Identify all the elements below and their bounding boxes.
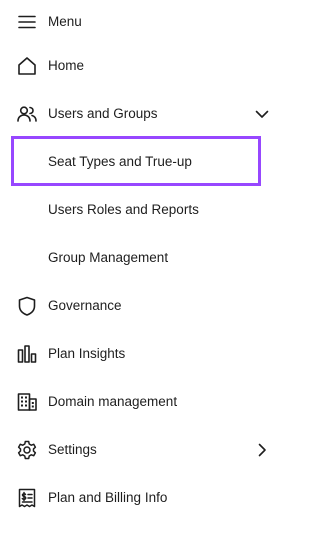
shield-icon [16,295,38,317]
sidebar-item-label: Settings [48,442,97,457]
sidebar-item-domain-management[interactable]: Domain management [0,386,288,418]
hamburger-icon [16,11,38,33]
sidebar-item-label: Group Management [48,250,169,265]
sidebar-item-label: Seat Types and True-up [48,154,192,169]
sidebar-item-label: Plan Insights [48,346,126,361]
chevron-down-icon[interactable] [254,106,270,122]
sidebar-item-label: Domain management [48,394,178,409]
sidebar-item-plan-billing[interactable]: Plan and Billing Info [0,482,288,514]
menu-toggle[interactable]: Menu [0,6,288,38]
sidebar-item-label: Plan and Billing Info [48,490,168,505]
sidebar-item-label: Governance [48,298,122,313]
sidebar-item-label: Users and Groups [48,106,158,121]
building-icon [16,391,38,413]
users-icon [16,103,38,125]
sidebar-item-group-management[interactable]: Group Management [0,242,288,274]
chevron-right-icon[interactable] [254,442,270,458]
sidebar-item-label: Home [48,58,85,73]
sidebar-item-plan-insights[interactable]: Plan Insights [0,338,288,370]
sidebar-item-home[interactable]: Home [0,50,288,82]
sidebar-item-label: Users Roles and Reports [48,202,199,217]
receipt-icon [16,487,38,509]
sidebar-item-users-and-groups[interactable]: Users and Groups [0,98,288,130]
sidebar-nav: Menu Home Users and Groups Seat Types an… [0,0,288,545]
bar-chart-icon [16,343,38,365]
sidebar-item-seat-types[interactable]: Seat Types and True-up [0,146,288,178]
sidebar-item-user-roles-reports[interactable]: Users Roles and Reports [0,194,288,226]
gear-icon [16,439,38,461]
sidebar-item-governance[interactable]: Governance [0,290,288,322]
sidebar-item-settings[interactable]: Settings [0,434,288,466]
home-icon [16,55,38,77]
menu-title: Menu [48,14,82,29]
